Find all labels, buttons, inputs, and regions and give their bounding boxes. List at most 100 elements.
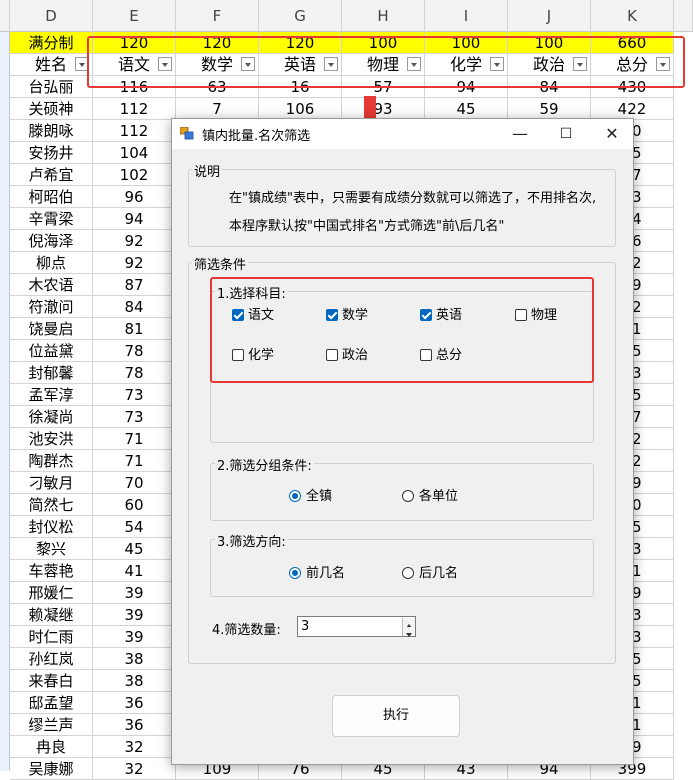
cell-score[interactable]: 36 (93, 714, 176, 736)
checked-box-icon[interactable] (232, 309, 244, 321)
subject-checkbox[interactable]: 英语 (420, 304, 462, 323)
count-value[interactable]: 3 (301, 619, 309, 634)
direction-radio-label[interactable]: 前几名 (306, 566, 345, 581)
cell-score[interactable]: 7 (176, 98, 259, 120)
cell-name[interactable]: 简然七 (10, 494, 93, 516)
grouping-radio-label[interactable]: 全镇 (306, 489, 332, 504)
cell-score[interactable]: 39 (93, 582, 176, 604)
cell-name[interactable]: 赖凝继 (10, 604, 93, 626)
cell-name[interactable]: 安扬井 (10, 142, 93, 164)
subject-checkbox-label[interactable]: 政治 (342, 348, 368, 363)
cell-name[interactable]: 滕朗咏 (10, 120, 93, 142)
cell-score[interactable]: 41 (93, 560, 176, 582)
cell-score[interactable]: 71 (93, 428, 176, 450)
cell-name[interactable]: 位益黛 (10, 340, 93, 362)
cell-score[interactable]: 60 (93, 494, 176, 516)
cell-name[interactable]: 陶群杰 (10, 450, 93, 472)
cell-score[interactable]: 78 (93, 340, 176, 362)
cell-name[interactable]: 缪兰声 (10, 714, 93, 736)
cell-name[interactable]: 来春白 (10, 670, 93, 692)
subject-checkbox-label[interactable]: 英语 (436, 308, 462, 323)
cell-score[interactable]: 45 (93, 538, 176, 560)
count-stepper[interactable]: 3 (297, 616, 416, 637)
execute-button[interactable]: 执行 (332, 695, 460, 737)
direction-radio-label[interactable]: 后几名 (419, 566, 458, 581)
cell-name[interactable]: 徐凝尚 (10, 406, 93, 428)
stepper-down-icon[interactable] (402, 627, 415, 637)
column-header-e[interactable]: E (93, 0, 176, 32)
cell-score[interactable]: 36 (93, 692, 176, 714)
cell-name[interactable]: 封郁馨 (10, 362, 93, 384)
subject-checkbox[interactable]: 政治 (326, 344, 368, 363)
unchecked-box-icon[interactable] (515, 309, 527, 321)
column-header-h[interactable]: H (342, 0, 425, 32)
cell-name[interactable]: 邸孟望 (10, 692, 93, 714)
cell-score[interactable]: 87 (93, 274, 176, 296)
cell-score[interactable]: 54 (93, 516, 176, 538)
column-header-d[interactable]: D (10, 0, 93, 32)
cell-score[interactable]: 32 (93, 758, 176, 780)
unchecked-box-icon[interactable] (420, 349, 432, 361)
cell-score[interactable]: 81 (93, 318, 176, 340)
subject-checkbox[interactable]: 物理 (515, 304, 557, 323)
cell-score[interactable]: 45 (425, 98, 508, 120)
cell-header[interactable]: 姓名 (10, 54, 93, 76)
cell-score[interactable]: 96 (93, 186, 176, 208)
cell-score[interactable]: 59 (508, 98, 591, 120)
cell-name[interactable]: 车蓉艳 (10, 560, 93, 582)
cell-score[interactable]: 73 (93, 406, 176, 428)
grouping-radio-label[interactable]: 各单位 (419, 489, 458, 504)
cell-name[interactable]: 柯昭伯 (10, 186, 93, 208)
subject-checkbox[interactable]: 数学 (326, 304, 368, 323)
radio-selected-icon[interactable] (289, 567, 301, 579)
cell-score[interactable]: 39 (93, 626, 176, 648)
minimize-button[interactable]: — (497, 119, 543, 149)
subject-checkbox-label[interactable]: 总分 (436, 348, 462, 363)
column-header-next[interactable] (674, 0, 693, 32)
column-header-i[interactable]: I (425, 0, 508, 32)
cell-name[interactable]: 封仪松 (10, 516, 93, 538)
cell-name[interactable]: 木农语 (10, 274, 93, 296)
corner-header[interactable] (0, 0, 10, 32)
cell-score[interactable]: 112 (93, 120, 176, 142)
cell-score[interactable]: 73 (93, 384, 176, 406)
cell-name[interactable]: 符澈问 (10, 296, 93, 318)
cell-name[interactable]: 时仁雨 (10, 626, 93, 648)
grouping-radio[interactable]: 全镇 (289, 485, 332, 504)
cell-name[interactable]: 关硕神 (10, 98, 93, 120)
unchecked-box-icon[interactable] (232, 349, 244, 361)
cell-score[interactable]: 92 (93, 230, 176, 252)
subject-checkbox[interactable]: 总分 (420, 344, 462, 363)
subject-checkbox-label[interactable]: 物理 (531, 308, 557, 323)
cell-score[interactable]: 94 (93, 208, 176, 230)
cell-name[interactable]: 黎兴 (10, 538, 93, 560)
cell-name[interactable]: 饶曼启 (10, 318, 93, 340)
cell-score[interactable]: 71 (93, 450, 176, 472)
cell-score[interactable]: 38 (93, 648, 176, 670)
title-bar[interactable]: 镇内批量.名次筛选 — ☐ ✕ (172, 119, 633, 149)
cell-score[interactable]: 84 (93, 296, 176, 318)
direction-radio[interactable]: 后几名 (402, 562, 458, 581)
radio-selected-icon[interactable] (289, 490, 301, 502)
unchecked-box-icon[interactable] (326, 349, 338, 361)
cell-score[interactable]: 106 (259, 98, 342, 120)
cell-score[interactable]: 38 (93, 670, 176, 692)
cell-name[interactable]: 倪海泽 (10, 230, 93, 252)
cell-name[interactable]: 刁敏月 (10, 472, 93, 494)
cell-name[interactable]: 孙红岚 (10, 648, 93, 670)
close-button[interactable]: ✕ (589, 119, 635, 149)
cell-score[interactable]: 32 (93, 736, 176, 758)
cell-score[interactable]: 70 (93, 472, 176, 494)
cell-name[interactable]: 辛霄梁 (10, 208, 93, 230)
subject-checkbox-label[interactable]: 数学 (342, 308, 368, 323)
direction-radio[interactable]: 前几名 (289, 562, 345, 581)
cell-name[interactable]: 邢媛仁 (10, 582, 93, 604)
subject-checkbox[interactable]: 语文 (232, 304, 274, 323)
cell-name[interactable]: 孟军淳 (10, 384, 93, 406)
checked-box-icon[interactable] (326, 309, 338, 321)
cell-score[interactable]: 92 (93, 252, 176, 274)
grouping-radio[interactable]: 各单位 (402, 485, 458, 504)
cell-name[interactable]: 吴康娜 (10, 758, 93, 780)
column-header-k[interactable]: K (591, 0, 674, 32)
subject-checkbox[interactable]: 化学 (232, 344, 274, 363)
